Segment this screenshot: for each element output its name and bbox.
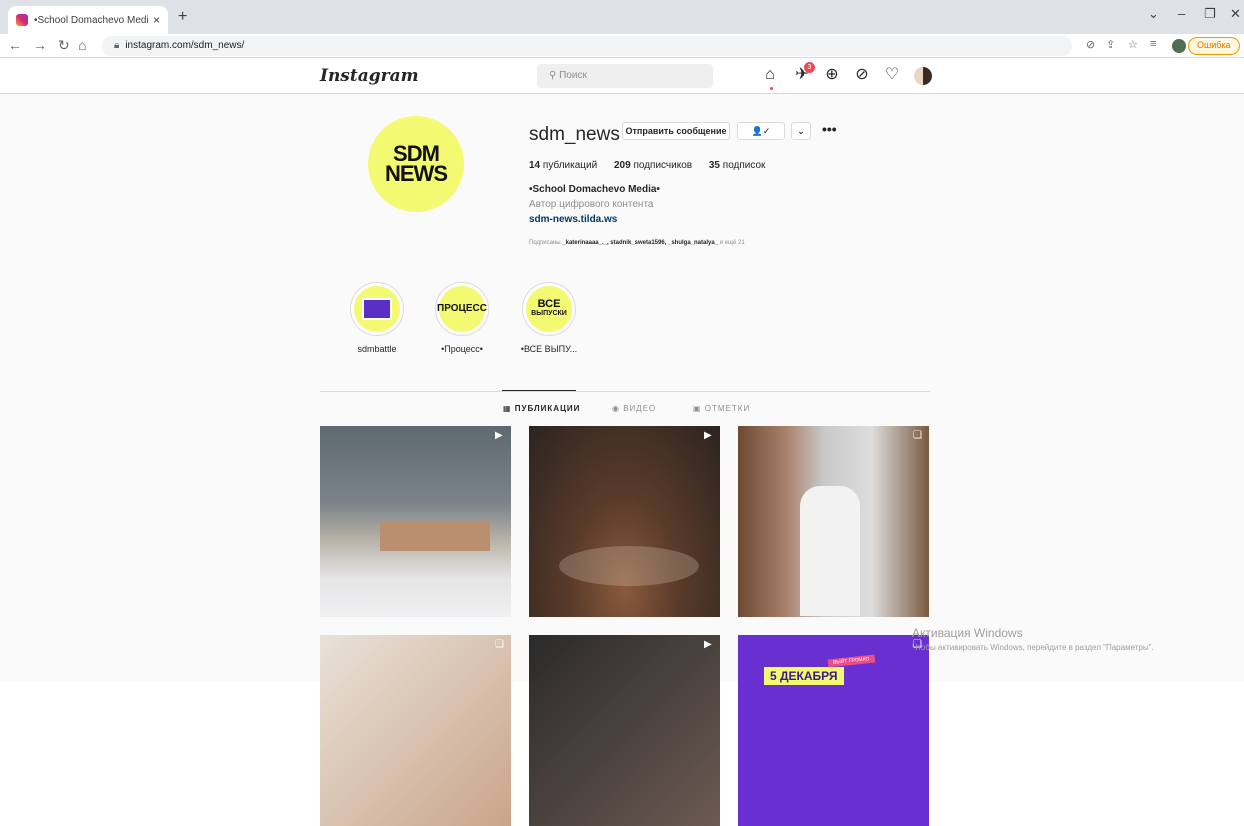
windows-activation-title: Активация Windows (912, 626, 1023, 640)
video-icon: ▶ (704, 639, 712, 650)
highlight-process[interactable]: ПРОЦЕСС •Процесс• (432, 282, 492, 354)
following-button[interactable]: 👤✓ (737, 122, 785, 140)
suggestions-dropdown-button[interactable]: ⌄ (791, 122, 811, 140)
post-thumbnail[interactable]: ❏ (320, 635, 511, 826)
post-thumbnail[interactable]: 5 ДЕКАБРЯ ВЫЙТ ГРОМКО ❏ (738, 635, 929, 826)
activity-heart-icon[interactable]: ♡ (882, 65, 902, 85)
tab-tagged[interactable]: ▣ ОТМЕТКИ (693, 404, 750, 413)
highlight-ring (350, 282, 404, 336)
video-icon: ▶ (704, 430, 712, 441)
post-thumbnail[interactable]: ▶ (320, 426, 511, 617)
reading-list-icon[interactable]: ≡ (1150, 38, 1156, 50)
profile-page: SDM NEWS sdm_news Отправить сообщение 👤✓… (0, 94, 1244, 826)
carousel-icon: ❏ (913, 430, 922, 441)
post-thumbnail[interactable]: ▶ (529, 635, 720, 826)
post-tag-label: ВЫЙТ ГРОМКО (827, 654, 875, 668)
highlight-thumbnail (362, 298, 392, 320)
highlight-ring: ПРОЦЕСС (435, 282, 489, 336)
reload-icon[interactable]: ↻ (58, 37, 70, 54)
table-shape (559, 546, 699, 586)
posts-stat: 14 публикаций (529, 160, 598, 171)
new-post-icon[interactable]: ⊕ (822, 65, 842, 85)
instagram-header: Instagram ⚲ Поиск ⌂ ✈ 3 ⊕ ⊘ ♡ (0, 58, 1244, 94)
home-nav-icon[interactable]: ⌂ (760, 65, 780, 85)
user-avatar[interactable] (914, 67, 932, 85)
carousel-icon: ❏ (495, 639, 504, 650)
profile-category: Автор цифрового контента (529, 199, 654, 210)
browser-profile-avatar[interactable] (1172, 39, 1186, 53)
post-thumbnail[interactable]: ❏ (738, 426, 929, 617)
highlight-ring: ВСЕ ВЫПУСКИ (522, 282, 576, 336)
highlight-cover: ВСЕ ВЫПУСКИ (526, 286, 572, 332)
profile-avatar[interactable]: SDM NEWS (368, 116, 464, 212)
browser-tab-bar: •School Domachevo Media• (@s × + ⌄ – ❐ ✕ (0, 0, 1244, 34)
post-thumbnail[interactable]: ▶ (529, 426, 720, 617)
new-tab-button[interactable]: + (178, 8, 187, 26)
back-arrow-icon[interactable]: ← (8, 37, 22, 53)
followed-by[interactable]: Подписаны _katerinaaaa_._, stadnik_sweta… (529, 240, 745, 246)
window-close-button[interactable]: ✕ (1230, 6, 1241, 22)
tab-close-icon[interactable]: × (153, 13, 160, 27)
active-tab-indicator (502, 390, 576, 391)
windows-activation-subtitle: Чтобы активировать Windows, перейдите в … (912, 643, 1154, 652)
profile-stats: 14 публикаций 209 подписчиков 35 подписо… (529, 160, 779, 171)
search-input[interactable]: ⚲ Поиск (537, 64, 713, 88)
person-shape (800, 486, 860, 616)
home-active-dot (770, 87, 773, 90)
search-icon: ⚲ (549, 70, 560, 81)
avatar-text-line2: NEWS (385, 161, 448, 186)
highlight-cover-line2: ВЫПУСКИ (531, 310, 567, 317)
highlight-label: •ВСЕ ВЫПУ... (520, 344, 578, 354)
tabs-divider (320, 391, 930, 392)
url-text: instagram.com/sdm_news/ (125, 40, 245, 51)
home-icon[interactable]: ⌂ (78, 37, 86, 53)
highlight-label: sdmbattle (357, 344, 397, 354)
highlight-cover-line1: ВСЕ (537, 298, 561, 310)
tab-video[interactable]: ◉ ВИДЕО (612, 404, 656, 413)
tab-posts[interactable]: ▦ ПУБЛИКАЦИИ (503, 404, 580, 413)
share-icon[interactable]: ⇪ (1106, 38, 1115, 51)
instagram-logo[interactable]: Instagram (320, 66, 419, 86)
send-message-button[interactable]: Отправить сообщение (622, 122, 730, 140)
highlight-cover: ПРОЦЕСС (437, 286, 487, 332)
tab-title: •School Domachevo Media• (@s (34, 14, 149, 26)
error-badge[interactable]: Ошибка (1188, 37, 1240, 55)
tab-search-dropdown-icon[interactable]: ⌄ (1148, 6, 1159, 22)
followers-stat[interactable]: 209 подписчиков (614, 160, 692, 171)
highlight-sdmbattle[interactable]: sdmbattle (347, 282, 407, 354)
profile-username: sdm_news (529, 124, 620, 145)
profile-website-link[interactable]: sdm-news.tilda.ws (529, 214, 617, 225)
window-restore-button[interactable]: ❐ (1204, 6, 1216, 22)
eye-off-icon[interactable]: ⊘ (1086, 38, 1095, 51)
browser-toolbar: ← → ↻ ⌂ 🔒︎ instagram.com/sdm_news/ ⊘ ⇪ ☆ … (0, 34, 1244, 58)
highlight-all-episodes[interactable]: ВСЕ ВЫПУСКИ •ВСЕ ВЫПУ... (519, 282, 579, 354)
window-minimize-button[interactable]: – (1178, 6, 1185, 21)
highlight-label: •Процесс• (441, 344, 483, 354)
profile-full-name: •School Domachevo Media• (529, 184, 660, 195)
notification-badge: 3 (804, 62, 815, 73)
explore-compass-icon[interactable]: ⊘ (852, 65, 872, 85)
more-options-icon[interactable]: ••• (822, 121, 837, 137)
post-date-label: 5 ДЕКАБРЯ (764, 667, 844, 685)
browser-tab[interactable]: •School Domachevo Media• (@s × (8, 6, 168, 34)
bookmark-star-icon[interactable]: ☆ (1128, 38, 1138, 51)
following-stat[interactable]: 35 подписок (709, 160, 766, 171)
address-bar[interactable]: 🔒︎ instagram.com/sdm_news/ (102, 36, 1072, 56)
instagram-favicon-icon (16, 14, 28, 26)
lock-icon: 🔒︎ (114, 40, 120, 51)
building-shape (380, 521, 490, 551)
forward-arrow-icon[interactable]: → (33, 37, 47, 53)
highlight-cover (354, 286, 400, 332)
video-icon: ▶ (495, 430, 503, 441)
search-placeholder: Поиск (559, 70, 587, 81)
